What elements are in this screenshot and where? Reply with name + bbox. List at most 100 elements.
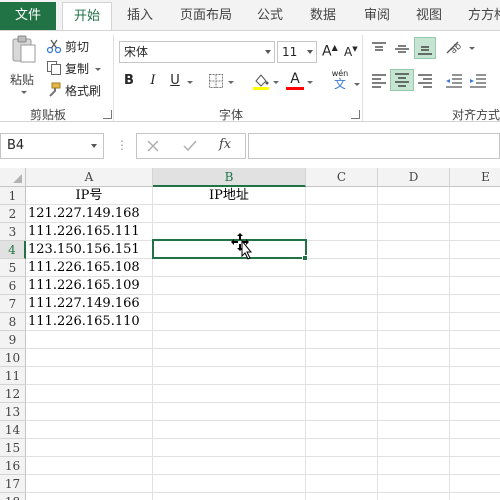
cell-c5[interactable] [306,259,378,277]
cell-c8[interactable] [306,313,378,331]
cell-a2[interactable]: 121.227.149.168 [26,205,153,223]
row-header-8[interactable]: 8 [0,313,26,331]
tab-view[interactable]: 视图 [416,2,442,30]
phonetic-button[interactable]: wén 文 [328,69,352,93]
cell-b11[interactable] [153,367,306,385]
paste-button[interactable]: 粘贴 [8,35,40,101]
cell-b12[interactable] [153,385,306,403]
fill-color-dropdown-arrow[interactable] [273,81,279,84]
top-align-icon[interactable] [370,41,388,57]
cell-d18[interactable] [378,493,450,500]
column-header-c[interactable]: C [306,168,378,187]
italic-button[interactable]: I [143,71,163,91]
cell-d7[interactable] [378,295,450,313]
cell-b17[interactable] [153,475,306,493]
fill-color-icon[interactable] [252,72,270,90]
cell-a14[interactable] [26,421,153,439]
cell-b2[interactable] [153,205,306,223]
formula-input[interactable] [248,133,500,159]
cell-d6[interactable] [378,277,450,295]
column-header-a[interactable]: A [26,168,153,187]
cell-e14[interactable] [450,421,500,439]
cell-c13[interactable] [306,403,378,421]
cell-e7[interactable] [450,295,500,313]
row-header-9[interactable]: 9 [0,331,26,349]
cell-e17[interactable] [450,475,500,493]
cell-a11[interactable] [26,367,153,385]
cell-e5[interactable] [450,259,500,277]
cell-a4[interactable]: 123.150.156.151 [26,241,153,259]
tab-formulas[interactable]: 公式 [257,2,283,30]
cell-c12[interactable] [306,385,378,403]
cell-b14[interactable] [153,421,306,439]
row-header-5[interactable]: 5 [0,259,26,277]
cell-d8[interactable] [378,313,450,331]
row-header-7[interactable]: 7 [0,295,26,313]
cell-b1[interactable]: IP地址 [153,187,306,205]
cell-c10[interactable] [306,349,378,367]
cell-a3[interactable]: 111.226.165.111 [26,223,153,241]
bold-button[interactable]: B [119,71,139,91]
cell-d16[interactable] [378,457,450,475]
cell-c4[interactable] [306,241,378,259]
cell-c2[interactable] [306,205,378,223]
row-header-13[interactable]: 13 [0,403,26,421]
row-header-11[interactable]: 11 [0,367,26,385]
cell-a1[interactable]: IP号 [26,187,153,205]
cell-e10[interactable] [450,349,500,367]
cut-button[interactable]: 剪切 [46,35,89,57]
cell-a10[interactable] [26,349,153,367]
cell-d12[interactable] [378,385,450,403]
cell-a8[interactable]: 111.226.165.110 [26,313,153,331]
column-header-e[interactable]: E [450,168,500,187]
cell-e8[interactable] [450,313,500,331]
orientation-icon[interactable]: ab [444,39,466,57]
align-left-icon[interactable] [370,73,388,89]
cell-d14[interactable] [378,421,450,439]
cell-a16[interactable] [26,457,153,475]
cell-b8[interactable] [153,313,306,331]
tab-insert[interactable]: 插入 [127,2,153,30]
cell-e2[interactable] [450,205,500,223]
cell-b6[interactable] [153,277,306,295]
cell-a15[interactable] [26,439,153,457]
cell-b16[interactable] [153,457,306,475]
bottom-align-button[interactable] [414,37,436,59]
cell-b13[interactable] [153,403,306,421]
column-header-b[interactable]: B [153,168,306,187]
cell-c16[interactable] [306,457,378,475]
cell-e3[interactable] [450,223,500,241]
cell-b7[interactable] [153,295,306,313]
cell-c6[interactable] [306,277,378,295]
cell-c11[interactable] [306,367,378,385]
cell-e1[interactable] [450,187,500,205]
cell-c1[interactable] [306,187,378,205]
cell-a18[interactable] [26,493,153,500]
row-header-10[interactable]: 10 [0,349,26,367]
cell-d13[interactable] [378,403,450,421]
underline-button[interactable]: U [165,71,185,91]
cell-e4[interactable] [450,241,500,259]
cell-a5[interactable]: 111.226.165.108 [26,259,153,277]
cell-c3[interactable] [306,223,378,241]
cell-e16[interactable] [450,457,500,475]
font-size-combo[interactable]: 11 [277,41,317,63]
font-dialog-launcher[interactable] [351,110,360,119]
font-color-button[interactable]: A [286,71,304,91]
enter-check-icon[interactable] [183,140,197,152]
copy-button[interactable]: 复制 [46,57,102,79]
cell-d3[interactable] [378,223,450,241]
cell-b10[interactable] [153,349,306,367]
cell-d2[interactable] [378,205,450,223]
cell-d10[interactable] [378,349,450,367]
cell-a9[interactable] [26,331,153,349]
cell-d5[interactable] [378,259,450,277]
name-box[interactable]: B4 [0,133,104,159]
row-header-12[interactable]: 12 [0,385,26,403]
cell-a13[interactable] [26,403,153,421]
cell-c14[interactable] [306,421,378,439]
grow-font-button[interactable]: A▲ [322,43,338,60]
cell-b9[interactable] [153,331,306,349]
cell-a7[interactable]: 111.227.149.166 [26,295,153,313]
cell-e9[interactable] [450,331,500,349]
